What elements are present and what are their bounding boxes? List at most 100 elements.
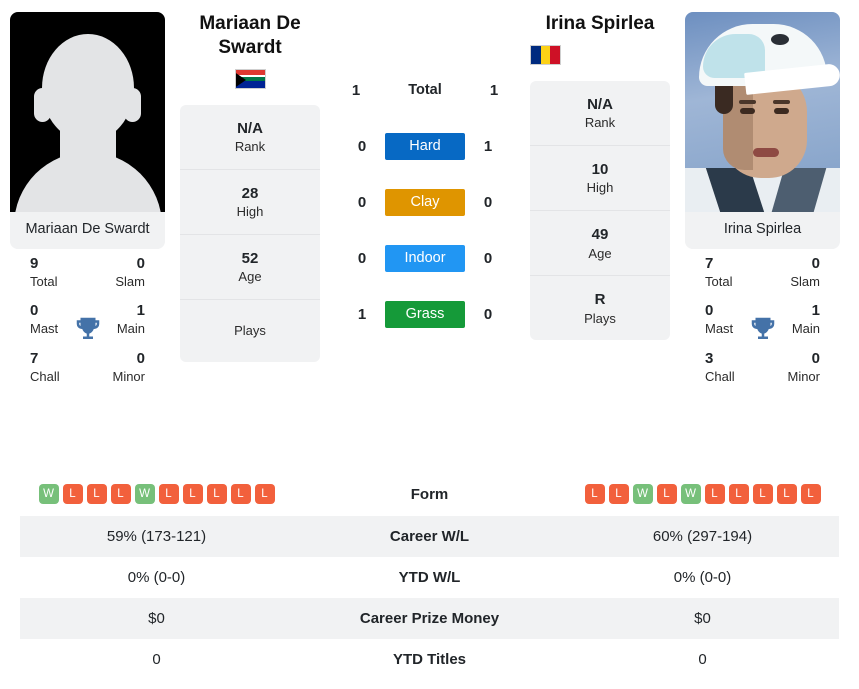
left-player-rank-card: N/A Rank 28 High 52 Age Plays bbox=[180, 104, 320, 362]
form-badge-win[interactable]: W bbox=[38, 484, 59, 504]
h2h-right-score: 0 bbox=[483, 193, 493, 211]
photo-eye-left bbox=[740, 108, 755, 114]
table-row: W L L L W L L L L L Form L L W L W L L L L L bbox=[20, 472, 839, 516]
h2h-left-score: 1 bbox=[357, 305, 367, 323]
right-stat-slam-value: 0 bbox=[811, 254, 820, 272]
form-badge-loss[interactable]: L bbox=[608, 484, 629, 504]
form-badge-loss[interactable]: L bbox=[206, 484, 227, 504]
left-plays-label: Plays bbox=[234, 323, 266, 339]
form-badge-loss[interactable]: L bbox=[728, 484, 749, 504]
photo-eye-right bbox=[774, 108, 789, 114]
form-badge-loss[interactable]: L bbox=[182, 484, 203, 504]
right-form-badges: LLWLWLLLLL bbox=[566, 484, 839, 504]
table-row: 59% (173-121) Career W/L 60% (297-194) bbox=[20, 516, 839, 557]
h2h-surface-badge-indoor[interactable]: Indoor bbox=[385, 244, 465, 272]
form-badge-loss[interactable]: L bbox=[800, 484, 821, 504]
left-plays-row: Plays bbox=[180, 300, 320, 362]
right-high-label: High bbox=[586, 180, 614, 196]
table-row: 0 YTD Titles 0 bbox=[20, 639, 839, 680]
right-player-name: Irina Spirlea bbox=[545, 13, 655, 34]
right-value-cell: 0 bbox=[698, 651, 707, 668]
right-stat-minor-label: Minor bbox=[787, 368, 820, 384]
left-player-info-column: Mariaan De Swardt N/A Rank 28 High 52 Ag… bbox=[175, 12, 325, 472]
right-value-cell: 60% (297-194) bbox=[652, 528, 753, 545]
left-stat-chall: 7 Chall bbox=[18, 350, 88, 386]
h2h-right-score: 0 bbox=[483, 249, 493, 267]
left-stat-slam: 0 Slam bbox=[88, 255, 158, 291]
form-badge-loss[interactable]: L bbox=[752, 484, 773, 504]
left-stat-chall-value: 7 bbox=[30, 350, 39, 368]
h2h-left-score: 0 bbox=[357, 249, 367, 267]
flag-romania-icon bbox=[530, 44, 561, 65]
left-player-photo-caption: Mariaan De Swardt bbox=[10, 212, 165, 249]
form-badge-loss[interactable]: L bbox=[776, 484, 797, 504]
head-to-head-list: 1 Total 1 0 Hard 1 0 Clay 0 0 Indoor 0 1 Grass 0 bbox=[325, 12, 525, 342]
right-age-value: 49 bbox=[591, 226, 609, 244]
right-player-titles-grid: 7 Total 0 Slam 0 Mast 1 Main 3 Chall 0 M… bbox=[685, 248, 840, 390]
left-player-photo-placeholder bbox=[10, 12, 165, 212]
comparison-stats-table: W L L L W L L L L L Form L L W L W L L L L L 59% (173-121) Car… bbox=[20, 472, 839, 680]
left-player-card[interactable]: Mariaan De Swardt bbox=[10, 12, 165, 249]
left-value-cell: $0 bbox=[148, 610, 165, 627]
form-badge-loss[interactable]: L bbox=[254, 484, 275, 504]
right-rank-label: Rank bbox=[584, 115, 616, 131]
table-row: $0 Career Prize Money $0 bbox=[20, 598, 839, 639]
left-stat-total-label: Total bbox=[30, 273, 58, 289]
h2h-row-total: 1 Total 1 bbox=[325, 62, 525, 118]
right-player-rank-card: N/A Rank 10 High 49 Age R Plays bbox=[530, 80, 670, 341]
form-badge-loss[interactable]: L bbox=[62, 484, 83, 504]
left-stat-minor-label: Minor bbox=[112, 368, 145, 384]
right-age-row: 49 Age bbox=[530, 211, 670, 277]
left-stat-total-value: 9 bbox=[30, 254, 39, 272]
left-rank-label: Rank bbox=[234, 139, 266, 155]
left-stat-total: 9 Total bbox=[18, 255, 88, 291]
left-value-cell: 0 bbox=[152, 651, 161, 668]
right-stat-slam: 0 Slam bbox=[763, 255, 833, 291]
form-badge-loss[interactable]: L bbox=[584, 484, 605, 504]
comparison-header-area: Mariaan De Swardt 9 Total 0 Slam 0 Mast … bbox=[0, 0, 859, 472]
h2h-row-grass: 1 Grass 0 bbox=[325, 286, 525, 342]
form-badge-loss[interactable]: L bbox=[158, 484, 179, 504]
form-badge-loss[interactable]: L bbox=[86, 484, 107, 504]
flag-south-africa-icon bbox=[234, 68, 266, 89]
left-high-row: 28 High bbox=[180, 170, 320, 235]
right-stat-chall-value: 3 bbox=[705, 350, 714, 368]
form-badge-win[interactable]: W bbox=[632, 484, 653, 504]
form-badge-loss[interactable]: L bbox=[704, 484, 725, 504]
right-age-label: Age bbox=[588, 245, 612, 261]
h2h-surface-badge-hard[interactable]: Hard bbox=[385, 132, 465, 160]
form-badge-win[interactable]: W bbox=[134, 484, 155, 504]
photo-mouth bbox=[753, 148, 779, 157]
left-value-cell: 0% (0-0) bbox=[127, 569, 186, 586]
form-badge-loss[interactable]: L bbox=[656, 484, 677, 504]
h2h-label-total: Total bbox=[408, 82, 442, 98]
right-stat-total-value: 7 bbox=[705, 254, 714, 272]
left-age-value: 52 bbox=[241, 249, 259, 267]
form-badge-win[interactable]: W bbox=[680, 484, 701, 504]
silhouette-ear-right bbox=[124, 88, 141, 122]
left-player-photo-column: Mariaan De Swardt 9 Total 0 Slam 0 Mast … bbox=[0, 12, 175, 472]
left-stat-slam-value: 0 bbox=[136, 254, 145, 272]
left-age-label: Age bbox=[238, 269, 262, 285]
table-row: 0% (0-0) YTD W/L 0% (0-0) bbox=[20, 557, 839, 598]
stat-label: YTD W/L bbox=[398, 569, 461, 586]
right-player-info-column: Irina Spirlea N/A Rank 10 High 49 Age R … bbox=[525, 12, 675, 472]
right-stat-chall-label: Chall bbox=[705, 368, 735, 384]
right-stat-chall: 3 Chall bbox=[693, 350, 763, 386]
left-high-label: High bbox=[236, 204, 264, 220]
h2h-surface-badge-grass[interactable]: Grass bbox=[385, 300, 465, 328]
form-badge-loss[interactable]: L bbox=[230, 484, 251, 504]
right-value-cell: 0% (0-0) bbox=[673, 569, 732, 586]
form-badge-loss[interactable]: L bbox=[110, 484, 131, 504]
left-rank-value: N/A bbox=[237, 119, 263, 137]
h2h-surface-badge-clay[interactable]: Clay bbox=[385, 188, 465, 216]
right-value-cell: $0 bbox=[694, 610, 711, 627]
player-comparison-page: Mariaan De Swardt 9 Total 0 Slam 0 Mast … bbox=[0, 0, 859, 689]
left-form-badges: WLLLWLLLLL bbox=[20, 484, 293, 504]
right-player-card[interactable]: Irina Spirlea bbox=[685, 12, 840, 249]
h2h-row-hard: 0 Hard 1 bbox=[325, 118, 525, 174]
h2h-row-indoor: 0 Indoor 0 bbox=[325, 230, 525, 286]
h2h-left-score: 1 bbox=[351, 81, 361, 99]
right-plays-row: R Plays bbox=[530, 276, 670, 340]
right-player-flag-wrap bbox=[530, 44, 670, 65]
